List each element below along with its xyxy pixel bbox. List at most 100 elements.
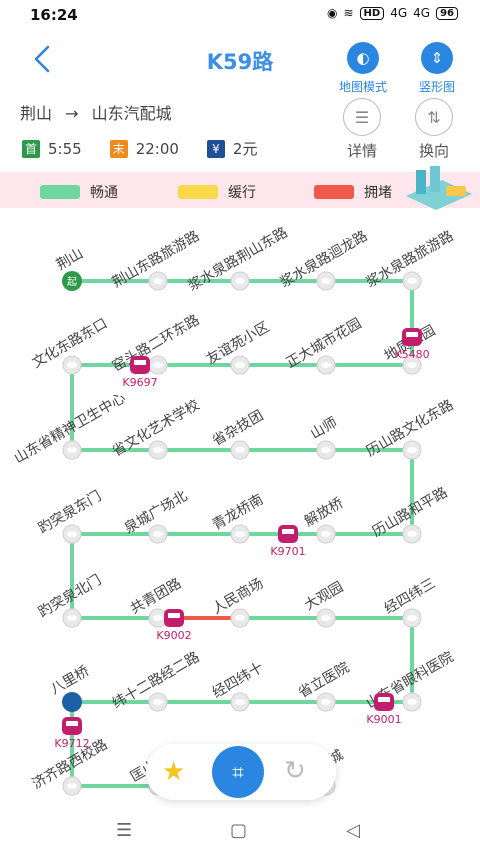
bus-window	[378, 697, 390, 702]
last-bus: 末 22:00	[109, 139, 179, 158]
detail-label: 详情	[346, 142, 377, 160]
signal-icon-1: 4G	[390, 6, 408, 20]
stop-dot-center	[153, 699, 163, 705]
stop-dot-center	[153, 447, 163, 453]
battery-icon: 96	[436, 6, 458, 20]
location-icon: ◉	[326, 6, 338, 20]
stop-dot-center	[321, 531, 331, 537]
fare-value: 2元	[232, 140, 258, 158]
bus-plate: K9697	[122, 376, 157, 389]
bus-plate: K9001	[366, 713, 401, 726]
floating-toolbar: ★ ⌗ ↻	[146, 744, 336, 800]
stop-dot-center	[67, 615, 77, 621]
stop-dot-center	[235, 447, 245, 453]
stop-dot-center	[407, 447, 417, 453]
status-icons: ◉ ≋ HD 4G 4G 96	[327, 6, 458, 20]
schedule-info: 首 5:55 末 22:00 ¥ 2元	[22, 138, 285, 159]
stop-dot-center	[321, 362, 331, 368]
reverse-label: 换向	[418, 142, 449, 160]
status-time: 16:24	[30, 6, 78, 24]
last-bus-time: 22:00	[135, 139, 179, 158]
route-diagram: 起荆山荆山东路旅游路浆水泉路荆山东路浆水泉路迴龙路浆水泉路旅游路地质家园正大城市…	[11, 224, 456, 796]
globe-icon: ◐	[347, 42, 379, 74]
legend-slow-label: 缓行	[228, 185, 256, 201]
vertical-view-label: 竖形图	[418, 80, 455, 94]
scan-button[interactable]: ⌗	[212, 746, 264, 798]
bus-window	[66, 721, 78, 726]
bus-window	[168, 613, 180, 618]
vertical-view-button[interactable]: ⇕ 竖形图	[404, 42, 470, 95]
stop-dot-center	[153, 278, 163, 284]
wifi-icon: ≋	[343, 6, 354, 20]
bus-plate: K9701	[270, 545, 305, 558]
traffic-legend: 畅通 缓行 拥堵	[0, 166, 480, 210]
system-nav-bar: ☰ ▢ ◁	[0, 808, 480, 854]
status-bar: 16:24 ◉ ≋ HD 4G 4G 96	[0, 0, 480, 30]
map-mode-button[interactable]: ◐ 地图模式	[330, 42, 396, 95]
stop-dot-center	[67, 531, 77, 537]
transfer-icon	[62, 692, 82, 712]
first-bus-tag: 首	[22, 139, 40, 158]
stop-dot-center	[407, 278, 417, 284]
detail-button[interactable]: ☰ 详情	[337, 98, 387, 161]
arrow-right-icon: →	[65, 104, 79, 123]
bus-plate: K9002	[156, 629, 191, 642]
stop-dot-center	[153, 531, 163, 537]
hd-icon: HD	[359, 6, 385, 20]
legend-slow-swatch	[178, 185, 218, 199]
stop-name[interactable]: 山师	[308, 415, 340, 443]
route-direction: 荆山 → 山东汽配城	[20, 100, 180, 124]
route-from: 荆山	[20, 104, 53, 123]
bus-window	[282, 529, 294, 534]
bus-window	[406, 332, 418, 337]
legend-slow: 缓行	[178, 182, 256, 202]
stop-dot-center	[235, 362, 245, 368]
route-to: 山东汽配城	[91, 104, 172, 123]
signal-icon-2: 4G	[413, 6, 431, 20]
stop-dot-center	[321, 615, 331, 621]
stop-dot-center	[235, 699, 245, 705]
favorite-star-icon[interactable]: ★	[162, 758, 185, 786]
stop-dot-center	[153, 615, 163, 621]
legend-jam-label: 拥堵	[364, 185, 392, 201]
bus-plate: K9712	[54, 737, 89, 750]
fare: ¥ 2元	[206, 138, 258, 159]
refresh-icon[interactable]: ↻	[284, 756, 306, 786]
stop-dot-center	[321, 447, 331, 453]
header: K59路 ◐ 地图模式 ⇕ 竖形图	[0, 30, 480, 94]
reverse-button[interactable]: ⇅ 换向	[409, 98, 459, 161]
bus-plate: K5480	[394, 348, 429, 361]
legend-jam: 拥堵	[314, 182, 392, 202]
stop-dot-center	[67, 362, 77, 368]
swap-icon: ⇅	[415, 98, 453, 136]
home-nav-icon[interactable]: ▢	[230, 820, 247, 841]
menu-nav-icon[interactable]: ☰	[116, 820, 132, 841]
stop-dot-center	[321, 699, 331, 705]
vertical-icon: ⇕	[421, 42, 453, 74]
legend-jam-swatch	[314, 185, 354, 199]
map-mode-label: 地图模式	[338, 80, 387, 94]
city-illustration	[406, 166, 472, 210]
stop-dot-center	[235, 531, 245, 537]
legend-smooth: 畅通	[40, 182, 118, 202]
stop-dot-center	[67, 447, 77, 453]
back-nav-icon[interactable]: ◁	[346, 820, 360, 841]
stop-name[interactable]: 荆山	[54, 246, 86, 274]
first-bus-time: 5:55	[48, 139, 82, 158]
stop-dot-center	[407, 362, 417, 368]
fare-icon: ¥	[206, 139, 225, 158]
stop-dot-center	[321, 278, 331, 284]
stop-dot-center	[153, 362, 163, 368]
stop-dot-center	[407, 531, 417, 537]
stop-dot-center	[235, 615, 245, 621]
legend-smooth-label: 畅通	[90, 185, 118, 201]
start-marker-label: 起	[67, 276, 77, 288]
list-icon: ☰	[343, 98, 381, 136]
first-bus: 首 5:55	[22, 139, 82, 158]
stop-dot-center	[235, 278, 245, 284]
legend-smooth-swatch	[40, 185, 80, 199]
stop-dot-center	[67, 783, 77, 789]
bus-window	[134, 360, 146, 365]
stop-dot-center	[407, 615, 417, 621]
route-map: 起荆山荆山东路旅游路浆水泉路荆山东路浆水泉路迴龙路浆水泉路旅游路地质家园正大城市…	[0, 208, 480, 808]
